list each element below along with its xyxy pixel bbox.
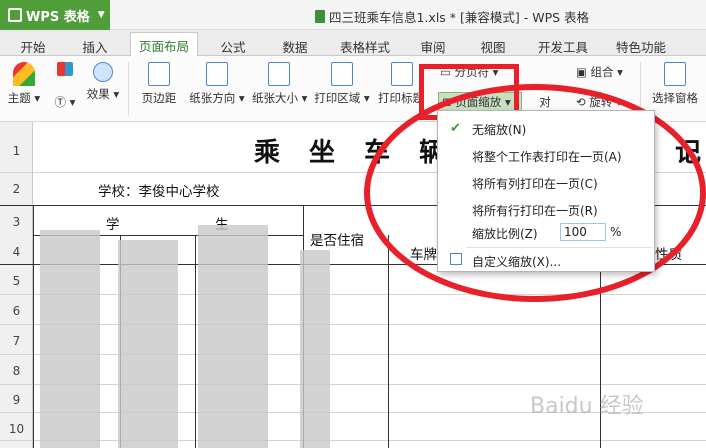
menu-item-fit-rows[interactable]: 将所有行打印在一页(R)	[472, 202, 598, 219]
tab-home[interactable]: 开始	[10, 34, 56, 56]
selection-pane-icon	[664, 62, 686, 86]
page-orientation-icon	[206, 62, 228, 86]
window-title-text: 四三班乘车信息1.xls * [兼容模式] - WPS 表格	[329, 10, 590, 25]
tab-developer[interactable]: 开发工具	[530, 34, 596, 56]
tab-table-style[interactable]: 表格样式	[332, 34, 398, 56]
row-number[interactable]: 2	[0, 182, 33, 196]
row-number[interactable]: 4	[0, 245, 33, 259]
color-button[interactable]	[50, 62, 80, 80]
group-button[interactable]: ▣ 组合 ▾	[576, 64, 636, 80]
custom-zoom-icon	[450, 253, 462, 265]
row-number[interactable]: 1	[0, 144, 33, 158]
menu-item-fit-sheet[interactable]: 将整个工作表打印在一页(A)	[472, 148, 622, 165]
selection-pane-label: 选择窗格	[652, 91, 698, 105]
print-area-label: 打印区域	[314, 91, 361, 105]
orientation-label: 纸张方向	[189, 91, 236, 105]
menu-item-custom-zoom[interactable]: 自定义缩放(X)...	[472, 253, 561, 270]
print-title-label: 打印标题	[378, 91, 422, 105]
brand-label: WPS 表格	[26, 9, 90, 25]
group-icon: ▣	[576, 65, 587, 79]
ribbon-tabs: 开始 插入 页面布局 公式 数据 表格样式 审阅 视图 开发工具 特色功能	[0, 30, 706, 57]
blurred-region	[40, 230, 100, 448]
print-area-button[interactable]: 打印区域 ▾	[310, 62, 374, 106]
size-label: 纸张大小	[252, 91, 298, 105]
checkmark-icon: ✔	[450, 121, 461, 136]
row-number[interactable]: 9	[0, 393, 33, 407]
tab-review[interactable]: 审阅	[410, 34, 456, 56]
effect-label: 效果	[86, 87, 110, 101]
tab-formulas[interactable]: 公式	[210, 34, 256, 56]
theme-button[interactable]: 主题 ▾	[6, 62, 42, 106]
menu-item-no-scaling[interactable]: 无缩放(N)	[472, 121, 526, 138]
page-zoom-dropdown: ✔ 无缩放(N) 将整个工作表打印在一页(A) 将所有列打印在一页(C) 将所有…	[437, 110, 655, 272]
print-area-icon	[331, 62, 353, 86]
paper-size-button[interactable]: 纸张大小 ▾	[252, 62, 307, 106]
wps-menu-button[interactable]: WPS 表格 ▼	[0, 0, 110, 30]
group-label: 组合	[590, 65, 614, 79]
tab-special[interactable]: 特色功能	[608, 34, 674, 56]
paper-size-icon	[268, 62, 290, 86]
row-number[interactable]: 10	[0, 422, 33, 436]
school-cell[interactable]: 学校：李俊中心学校	[98, 180, 220, 200]
selection-pane-button[interactable]: 选择窗格	[648, 62, 702, 106]
chevron-down-icon: ▼	[97, 10, 105, 20]
row-number[interactable]: 8	[0, 364, 33, 378]
scale-label: 缩放比例(Z)	[472, 227, 538, 241]
header-boarding[interactable]: 是否住宿	[310, 229, 364, 249]
tab-view[interactable]: 视图	[470, 34, 516, 56]
scale-input[interactable]: 100	[560, 223, 606, 241]
baidu-watermark: Baidu 经验	[530, 394, 644, 419]
row-number[interactable]: 5	[0, 274, 33, 288]
wps-logo-icon	[8, 8, 22, 22]
font-button[interactable]: Ⓣ ▾	[50, 94, 80, 110]
header-xue[interactable]: 学	[106, 213, 120, 233]
orientation-button[interactable]: 纸张方向 ▾	[186, 62, 248, 106]
window-title: 四三班乘车信息1.xls * [兼容模式] - WPS 表格	[315, 7, 589, 26]
tab-page-layout[interactable]: 页面布局	[130, 32, 198, 57]
row-number[interactable]: 3	[0, 215, 33, 229]
theme-label: 主题	[7, 91, 31, 105]
margin-button[interactable]: 页边距	[136, 62, 182, 106]
tab-data[interactable]: 数据	[272, 34, 318, 56]
menu-item-fit-columns[interactable]: 将所有列打印在一页(C)	[472, 175, 598, 192]
title-bar: WPS 表格 ▼ 四三班乘车信息1.xls * [兼容模式] - WPS 表格	[0, 0, 706, 30]
document-icon	[315, 10, 325, 23]
margin-label: 页边距	[141, 91, 177, 105]
effect-button[interactable]: 效果 ▾	[85, 62, 121, 102]
effect-icon	[93, 62, 113, 82]
row-number[interactable]: 7	[0, 334, 33, 348]
page-margin-icon	[148, 62, 170, 86]
tab-insert[interactable]: 插入	[72, 34, 118, 56]
blurred-region	[118, 240, 178, 448]
blurred-region	[198, 225, 268, 448]
rainbow-icon	[13, 62, 35, 86]
printer-icon	[391, 62, 413, 86]
scale-unit: %	[610, 225, 622, 239]
blurred-region	[300, 250, 330, 448]
color-grid-icon	[57, 62, 73, 76]
row-number[interactable]: 6	[0, 304, 33, 318]
